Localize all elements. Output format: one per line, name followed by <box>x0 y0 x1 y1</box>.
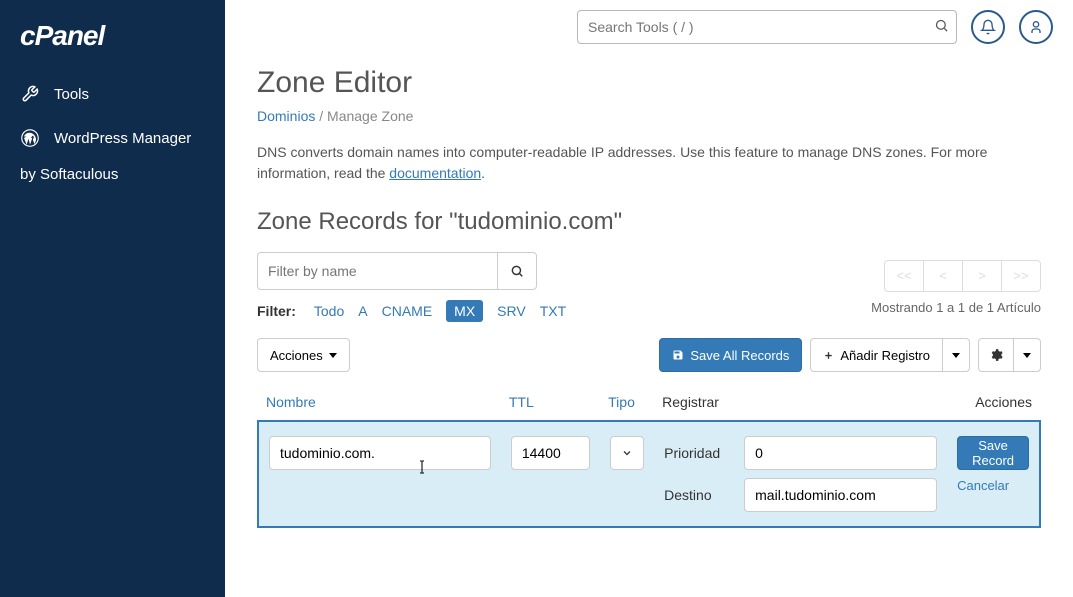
filter-type-mx[interactable]: MX <box>446 300 483 322</box>
add-record-button[interactable]: Añadir Registro <box>810 338 943 372</box>
filter-search-button[interactable] <box>497 252 537 290</box>
filter-input[interactable] <box>257 252 497 290</box>
sidebar-item-tools[interactable]: Tools <box>0 72 225 116</box>
priority-label: Prioridad <box>664 445 734 461</box>
search-icon <box>934 18 949 33</box>
section-title: Zone Records for "tudominio.com" <box>257 208 1041 236</box>
search-icon <box>510 264 524 278</box>
pagination: << < > >> <box>885 260 1041 292</box>
destination-input[interactable] <box>744 478 937 512</box>
filter-row: Filter: Todo A CNAME MX SRV TXT << < > > <box>257 252 1041 322</box>
record-type-select[interactable] <box>610 436 644 470</box>
brand-logo: cPanel <box>0 20 225 72</box>
sidebar: cPanel Tools WordPress Manager by Softac… <box>0 0 225 597</box>
chevron-down-icon <box>621 447 633 459</box>
page-next-button[interactable]: > <box>962 260 1002 292</box>
caret-down-icon <box>952 353 960 358</box>
user-icon <box>1028 19 1044 35</box>
col-ttl[interactable]: TTL <box>501 384 600 421</box>
wordpress-icon <box>20 128 40 148</box>
gear-icon <box>989 348 1003 362</box>
record-edit-row: Prioridad Destino Save Record Ca <box>258 421 1040 527</box>
filter-type-srv[interactable]: SRV <box>497 303 526 319</box>
page-description: DNS converts domain names into computer-… <box>257 142 1041 184</box>
brand-text: cPanel <box>20 20 104 51</box>
cancel-link[interactable]: Cancelar <box>957 478 1009 493</box>
filter-type-a[interactable]: A <box>358 303 367 319</box>
tools-icon <box>20 84 40 104</box>
search-button[interactable] <box>934 18 949 36</box>
breadcrumb-link[interactable]: Dominios <box>257 108 315 124</box>
documentation-link[interactable]: documentation <box>389 165 481 181</box>
settings-group <box>978 338 1041 372</box>
save-record-button[interactable]: Save Record <box>957 436 1029 470</box>
settings-caret-button[interactable] <box>1013 338 1041 372</box>
col-actions: Acciones <box>947 384 1040 421</box>
destination-label: Destino <box>664 487 734 503</box>
sidebar-subtitle: by Softaculous <box>0 160 225 183</box>
priority-input[interactable] <box>744 436 937 470</box>
col-name[interactable]: Nombre <box>258 384 501 421</box>
filter-type-txt[interactable]: TXT <box>540 303 566 319</box>
sidebar-item-wordpress[interactable]: WordPress Manager <box>0 116 225 160</box>
caret-down-icon <box>1023 353 1031 358</box>
filter-pills: Filter: Todo A CNAME MX SRV TXT <box>257 300 566 322</box>
user-button[interactable] <box>1019 10 1053 44</box>
showing-text: Mostrando 1 a 1 de 1 Artículo <box>871 300 1041 315</box>
search-wrap <box>577 10 957 44</box>
page-prev-button[interactable]: < <box>923 260 963 292</box>
col-type[interactable]: Tipo <box>600 384 654 421</box>
filter-type-todo[interactable]: Todo <box>314 303 344 319</box>
page-title: Zone Editor <box>257 66 1041 100</box>
record-name-input[interactable] <box>269 436 491 470</box>
add-record-group: Añadir Registro <box>810 338 970 372</box>
records-table: Nombre TTL Tipo Registrar Acciones <box>257 384 1041 528</box>
priority-row: Prioridad <box>664 436 937 470</box>
filter-input-group <box>257 252 566 290</box>
content: Zone Editor Dominios / Manage Zone DNS c… <box>225 54 1073 548</box>
col-record: Registrar <box>654 384 947 421</box>
sidebar-item-label: WordPress Manager <box>54 130 191 147</box>
notifications-button[interactable] <box>971 10 1005 44</box>
save-icon <box>672 349 684 361</box>
caret-down-icon <box>329 353 337 358</box>
page-first-button[interactable]: << <box>884 260 924 292</box>
filter-type-cname[interactable]: CNAME <box>382 303 433 319</box>
save-all-button[interactable]: Save All Records <box>659 338 802 372</box>
search-input[interactable] <box>577 10 957 44</box>
actions-dropdown-button[interactable]: Acciones <box>257 338 350 372</box>
breadcrumb-current: Manage Zone <box>327 108 413 124</box>
settings-button[interactable] <box>978 338 1014 372</box>
destination-row: Destino <box>664 478 937 512</box>
plus-icon <box>823 350 834 361</box>
main-area: Zone Editor Dominios / Manage Zone DNS c… <box>225 0 1073 597</box>
filter-label: Filter: <box>257 303 296 319</box>
toolbar: Acciones Save All Records Añadir Registr… <box>257 338 1041 372</box>
add-record-caret-button[interactable] <box>942 338 970 372</box>
bell-icon <box>980 19 996 35</box>
breadcrumb-sep: / <box>319 108 327 124</box>
page-last-button[interactable]: >> <box>1001 260 1041 292</box>
breadcrumb: Dominios / Manage Zone <box>257 108 1041 124</box>
record-ttl-input[interactable] <box>511 436 590 470</box>
sidebar-item-label: Tools <box>54 86 89 103</box>
topbar <box>225 0 1073 54</box>
